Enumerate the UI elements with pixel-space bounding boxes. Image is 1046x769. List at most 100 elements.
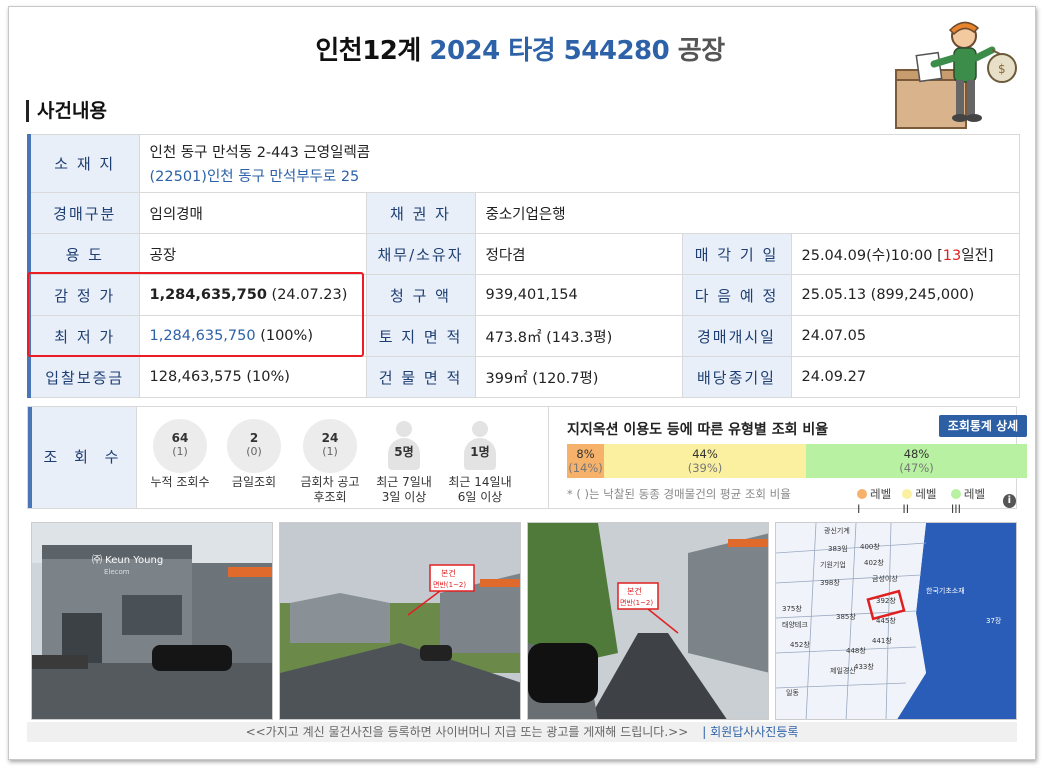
photo-building-front[interactable]: ㈜ Keun Young Elecom [31, 522, 273, 720]
next-sale-value: 25.05.13 (899,245,000) [790, 274, 1020, 316]
map-label: 402창 [864, 559, 884, 567]
view-stats-panel: 조 회 수 64 (1) 누적 조회수 2 (0) 금일조회 24 (1) 금회… [27, 406, 1027, 516]
map-label: 441창 [872, 637, 892, 645]
map-label: 금성이상 [872, 574, 898, 583]
views-label: 조 회 수 [28, 407, 137, 508]
ratio-title: 지지옥션 이용도 등에 따른 유형별 조회 비율 [567, 422, 829, 438]
member-photo-register-link[interactable]: | 회원답사사진등록 [702, 725, 798, 739]
ratio-bar-level3: 48% (47%) [806, 444, 1027, 478]
dividend-end-label: 배당종기일 [681, 356, 792, 398]
building-area-value: 399㎡ (120.7평) [474, 356, 683, 398]
stat-circle: 64 (1) [153, 419, 207, 473]
creditor-label: 채 권 자 [365, 192, 476, 234]
photo-street-view-2[interactable]: 본건 면반(1~2) [527, 522, 769, 720]
map-label: 일동 [786, 688, 799, 697]
start-date-label: 경매개시일 [681, 315, 792, 357]
map-label: 태양테크 [782, 621, 808, 629]
map-label: 기원기업 [820, 560, 846, 569]
person-head [472, 421, 488, 437]
case-info-table: 소 재 지 인천 동구 만석동 2-443 근영일렉콤 (22501)인천 동구… [27, 134, 1020, 398]
legend-dot-icon [857, 489, 867, 499]
sale-date-label: 매 각 기 일 [681, 233, 792, 275]
stat-total-views: 64 (1) 누적 조회수 [144, 419, 216, 490]
stat-sub: (1) [172, 445, 188, 458]
dividend-end-value: 24.09.27 [790, 356, 1020, 398]
map-label: 385창 [836, 613, 856, 621]
stat-today-views: 2 (0) 금일조회 [218, 419, 290, 490]
ratio-bar-pct: 48% [903, 447, 930, 461]
stat-caption: 최근 7일내 3일 이상 [376, 475, 432, 504]
stat-circle: 2 (0) [227, 419, 281, 473]
case-number: 2024 타경 544280 [429, 36, 670, 66]
photo-street-view-1[interactable]: 본건 면반(1~2) [279, 522, 521, 720]
map-label: 400창 [860, 543, 880, 551]
stat-sub: (0) [246, 445, 262, 458]
stat-num: 24 [321, 431, 339, 445]
map-label: 한국기초소재 [926, 586, 965, 595]
start-date-value: 24.07.05 [790, 315, 1020, 357]
stat-num: 64 [171, 431, 189, 445]
land-area-value: 473.8㎡ (143.3평) [474, 315, 683, 357]
ratio-legend: 레벨 I 레벨 II 레벨 III i [857, 486, 1016, 516]
mascot-illustration-icon: $ [895, 21, 1017, 129]
photo-gallery: ㈜ Keun Young Elecom 본건 면반(1~2) 본건 면반(1~2… [31, 522, 1017, 720]
map-label: 445창 [876, 617, 896, 625]
sale-date-value: 25.04.09(수)10:00 [13일전] [790, 233, 1020, 275]
photo-tag-subtext: 면반(1~2) [433, 580, 466, 589]
map-label: 375창 [782, 605, 802, 613]
stat-caption: 최근 14일내 6일 이상 [448, 475, 512, 504]
address-line1: 인천 동구 만석동 2-443 근영일렉콤 [149, 145, 371, 161]
map-label: 37장 [986, 616, 1002, 625]
stat-num: 1명 [470, 445, 490, 459]
view-ratio-panel: 지지옥션 이용도 등에 따른 유형별 조회 비율 조회통계 상세 8% (14%)… [548, 407, 1027, 516]
map-label: 448창 [846, 647, 866, 655]
sign-text: ㈜ Keun Young [92, 553, 163, 566]
ratio-bar-pct: 8% [576, 447, 595, 461]
stat-caption: 금회차 공고후조회 [300, 475, 360, 504]
sale-date-text: 25.04.09(수)10:00 [ [801, 247, 943, 264]
person-head [396, 421, 412, 437]
stat-caption: 누적 조회수 [150, 475, 210, 489]
property-kind: 공장 [677, 36, 725, 66]
building-area-label: 건 물 면 적 [365, 356, 476, 398]
stat-14day-visitors: 1명 최근 14일내 6일 이상 [444, 419, 516, 505]
ratio-bars: 8% (14%) 44% (39%) 48% (47%) [567, 444, 1027, 478]
photo-register-notice: <<가지고 계신 물건사진을 등록하면 사이버머니 지급 또는 광고를 게재해 … [245, 725, 689, 739]
map-label: 398창 [820, 579, 840, 587]
legend-level2: 레벨 II [902, 486, 945, 516]
auction-type-label: 경매구분 [27, 192, 140, 234]
address-line2[interactable]: (22501)인천 동구 만석부두로 25 [150, 165, 1009, 186]
view-stats-detail-button[interactable]: 조회통계 상세 [939, 415, 1027, 437]
stat-num: 2 [249, 431, 259, 445]
legend-level3: 레벨 III [950, 486, 997, 516]
address-label: 소 재 지 [27, 134, 140, 193]
map-label: 383임 [828, 545, 848, 553]
photo-footer-bar: <<가지고 계신 물건사진을 등록하면 사이버머니 지급 또는 광고를 게재해 … [27, 722, 1017, 742]
legend-level1: 레벨 I [857, 486, 896, 516]
claim-value: 939,401,154 [474, 274, 683, 316]
map-label: 433창 [854, 663, 874, 671]
auction-type-value: 임의경매 [138, 192, 367, 234]
info-icon[interactable]: i [1002, 494, 1016, 508]
stat-circle: 24 (1) [303, 419, 357, 473]
photo-tag-subtext: 면반(1~2) [620, 598, 653, 607]
sale-date-suffix: 일전] [961, 247, 994, 264]
ratio-bar-level2: 44% (39%) [604, 444, 806, 478]
legend-dot-icon [902, 489, 913, 499]
section-title: 사건내용 [26, 100, 107, 122]
sale-date-days: 13 [942, 247, 962, 264]
map-label: 392창 [876, 597, 896, 605]
map-label: 452창 [790, 641, 810, 649]
person-icon: 5명 [377, 419, 431, 473]
usage-value: 공장 [138, 233, 367, 275]
stat-num: 5명 [394, 445, 414, 459]
photo-cadastral-map[interactable]: 광신기계 383임기원기업 398창 400창 402창금성이상 392창 445창 375창… [775, 522, 1017, 720]
deposit-label: 입찰보증금 [27, 356, 140, 398]
debtor-value: 정다겸 [474, 233, 683, 275]
stat-sub: (1) [322, 445, 338, 458]
stat-7day-visitors: 5명 최근 7일내 3일 이상 [368, 419, 440, 505]
ratio-bar-level1: 8% (14%) [567, 444, 604, 478]
ratio-bar-avg: (47%) [899, 461, 934, 475]
map-label: 광신기계 [824, 526, 850, 535]
address-value: 인천 동구 만석동 2-443 근영일렉콤 (22501)인천 동구 만석부두로… [138, 134, 1020, 193]
